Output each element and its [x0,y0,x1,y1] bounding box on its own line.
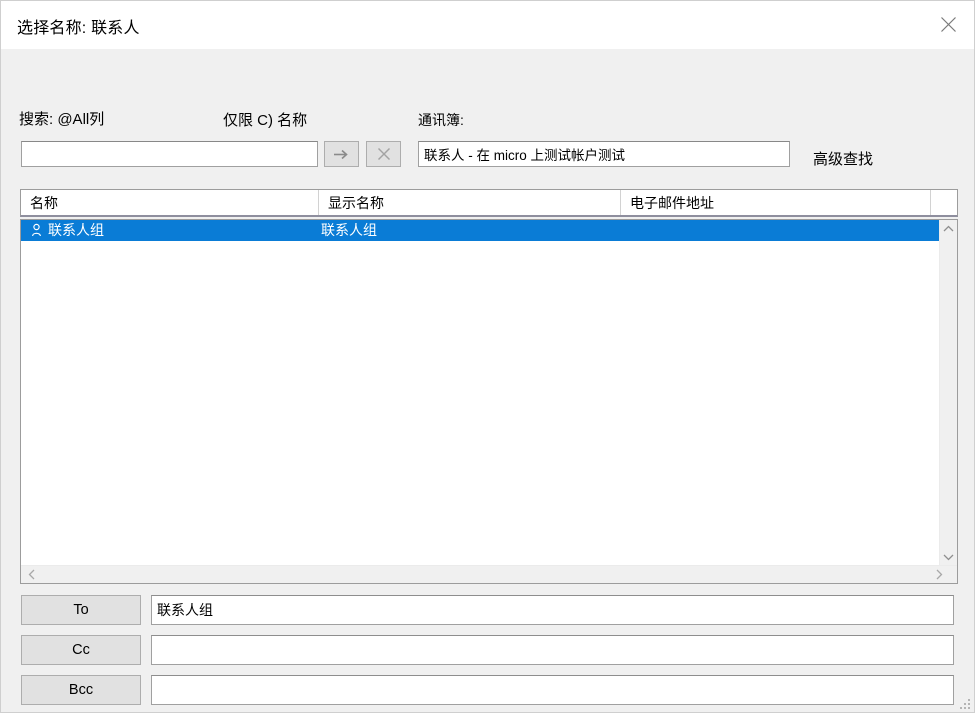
close-x-icon [377,147,390,161]
column-header-email[interactable]: 电子邮件地址 [621,190,931,215]
list-horizontal-scrollbar[interactable] [21,565,957,583]
contacts-list: 联系人组 联系人组 [20,219,958,584]
table-row[interactable]: 联系人组 联系人组 [21,220,939,241]
search-label: 搜索: @All列 [19,111,105,128]
bcc-input[interactable] [151,675,954,705]
scroll-right-button[interactable] [930,566,947,583]
table-header: 名称 显示名称 电子邮件地址 [20,189,958,217]
select-names-dialog: 选择名称: 联系人 搜索: @All列 仅限 C) 名称 通讯簿: 联系人 - … [0,0,975,713]
address-book-label: 通讯簿: [418,112,464,128]
contacts-list-rows: 联系人组 联系人组 [21,220,939,565]
to-input[interactable] [151,595,954,625]
resize-grip-icon[interactable] [960,699,972,711]
dialog-content: 搜索: @All列 仅限 C) 名称 通讯簿: 高级查找 名称 显示名称 [1,49,974,712]
bcc-button[interactable]: Bcc [21,675,141,705]
row-email [623,220,923,241]
scroll-up-button[interactable] [940,220,957,237]
search-input[interactable] [21,141,318,167]
column-header-name[interactable]: 名称 [21,190,319,215]
search-clear-button[interactable] [366,141,401,167]
chevron-left-icon [28,569,34,580]
title-bar: 选择名称: 联系人 [1,1,974,49]
row-display-name: 联系人组 [321,222,377,238]
cc-button[interactable]: Cc [21,635,141,665]
search-go-button[interactable] [324,141,359,167]
chevron-right-icon [936,569,942,580]
scroll-down-button[interactable] [940,548,957,565]
column-header-display-name[interactable]: 显示名称 [319,190,621,215]
advanced-find-link[interactable]: 高级查找 [813,148,873,169]
address-book-select[interactable] [418,141,790,167]
close-icon [940,17,956,32]
row-name: 联系人组 [48,222,104,238]
cc-input[interactable] [151,635,954,665]
list-vertical-scrollbar[interactable] [939,220,957,565]
name-only-label: 仅限 C) 名称 [223,112,308,129]
to-button[interactable]: To [21,595,141,625]
close-button[interactable] [920,1,974,48]
scroll-left-button[interactable] [23,566,40,583]
column-header-extra[interactable] [931,190,957,215]
page-title: 选择名称: 联系人 [17,20,140,37]
chevron-down-icon [943,554,954,560]
arrow-right-icon [334,149,348,159]
chevron-up-icon [943,225,954,231]
